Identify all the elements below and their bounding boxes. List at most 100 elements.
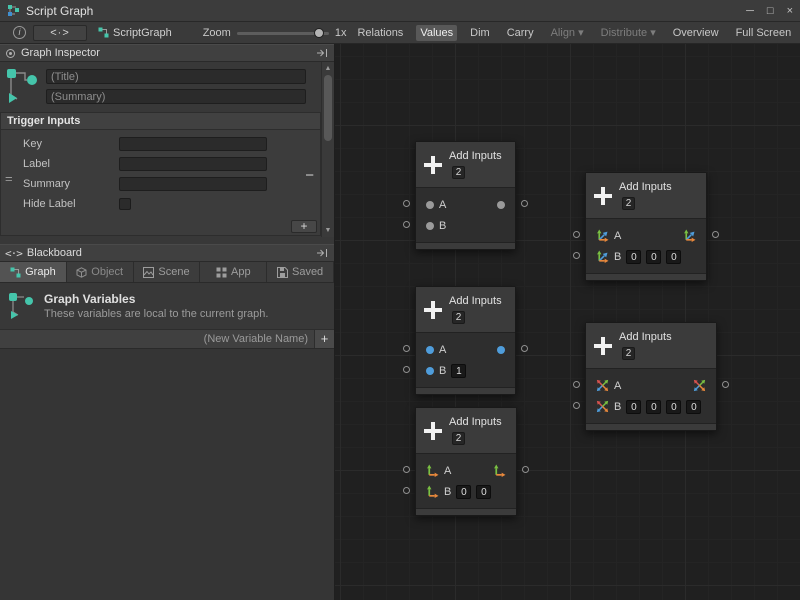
tab-object[interactable]: Object — [67, 262, 134, 282]
input-port[interactable] — [403, 200, 410, 207]
values-button[interactable]: Values — [416, 25, 457, 41]
tab-graph[interactable]: Graph — [0, 262, 67, 282]
value-field-y[interactable]: 0 — [646, 400, 661, 414]
input-port[interactable] — [403, 487, 410, 494]
node-body: A B 0 0 0 — [586, 369, 716, 423]
distribute-dropdown[interactable]: Distribute ▾ — [597, 24, 660, 41]
info-icon[interactable]: i — [13, 26, 26, 39]
input-port[interactable] — [573, 252, 580, 259]
input-port[interactable] — [573, 381, 580, 388]
input-port[interactable] — [573, 231, 580, 238]
input-count-field[interactable]: 2 — [452, 311, 465, 324]
summary-input[interactable] — [119, 177, 267, 191]
value-field[interactable]: 1 — [451, 364, 466, 378]
value-field-y[interactable]: 0 — [476, 485, 491, 499]
maximize-icon[interactable]: □ — [767, 5, 774, 17]
add-variable-button[interactable]: + — [314, 330, 334, 348]
graph-canvas[interactable]: Add Inputs2 A B Add Inputs 2 — [335, 44, 800, 600]
value-field-x[interactable]: 0 — [626, 250, 641, 264]
object-type-icon — [426, 222, 434, 230]
value-field-w[interactable]: 0 — [686, 400, 701, 414]
value-field-z[interactable]: 0 — [666, 250, 681, 264]
label-row: Label — [1, 155, 320, 173]
scroll-up-icon[interactable]: ▲ — [325, 65, 332, 72]
asset-breadcrumb[interactable]: ScriptGraph — [98, 27, 172, 39]
sidebar: Graph Inspector Trigger Inputs Key Label — [0, 44, 335, 600]
input-count-field[interactable]: 2 — [452, 166, 465, 179]
output-port[interactable] — [712, 231, 719, 238]
tab-scene[interactable]: Scene — [134, 262, 201, 282]
node-add-inputs-generic[interactable]: Add Inputs2 A B — [415, 141, 516, 250]
distribute-label: Distribute — [601, 27, 647, 39]
node-add-inputs-integer[interactable]: Add Inputs2 A B 1 — [415, 286, 516, 395]
dock-panel-icon[interactable] — [316, 48, 329, 58]
output-port[interactable] — [521, 200, 528, 207]
minimize-icon[interactable]: ─ — [746, 5, 754, 17]
list-drag-handle[interactable]: = — [5, 171, 13, 186]
edit-graph-button[interactable]: <·> — [33, 25, 87, 41]
value-field-x[interactable]: 0 — [456, 485, 471, 499]
tab-saved-label: Saved — [292, 266, 323, 278]
value-field-y[interactable]: 0 — [646, 250, 661, 264]
input-port[interactable] — [403, 345, 410, 352]
overview-button[interactable]: Overview — [669, 25, 723, 41]
port-row: B 0 0 0 — [586, 246, 706, 267]
object-type-icon — [497, 201, 505, 209]
dim-button[interactable]: Dim — [466, 25, 494, 41]
vector2-type-icon — [426, 485, 439, 498]
script-graph-window-icon — [7, 4, 20, 17]
input-count-field[interactable]: 2 — [622, 347, 635, 360]
key-input[interactable] — [119, 137, 267, 151]
input-port[interactable] — [403, 221, 410, 228]
scroll-down-icon[interactable]: ▼ — [325, 227, 332, 234]
value-field-x[interactable]: 0 — [626, 400, 641, 414]
output-port[interactable] — [722, 381, 729, 388]
graph-inspector-header: Graph Inspector — [0, 44, 334, 62]
graph-title-input[interactable] — [46, 69, 306, 84]
fullscreen-button[interactable]: Full Screen — [732, 25, 796, 41]
node-footer — [416, 387, 515, 394]
variables-empty-list[interactable] — [0, 349, 334, 600]
node-add-inputs-vector3[interactable]: Add Inputs2 A — [585, 172, 707, 281]
tab-saved[interactable]: Saved — [267, 262, 334, 282]
add-icon — [594, 337, 612, 355]
inspector-scrollbar[interactable]: ▲ ▼ — [321, 62, 334, 237]
graph-summary-input[interactable] — [46, 89, 306, 104]
output-port[interactable] — [521, 345, 528, 352]
zoom-slider[interactable] — [237, 27, 329, 39]
graph-asset-large-icon — [5, 67, 39, 105]
blackboard-icon: <·> — [5, 247, 22, 260]
align-dropdown[interactable]: Align ▾ — [547, 24, 588, 41]
input-port[interactable] — [403, 466, 410, 473]
node-title: Add Inputs — [449, 416, 502, 428]
hide-label-checkbox[interactable] — [119, 198, 131, 210]
remove-element-button[interactable]: − — [305, 169, 314, 183]
input-port[interactable] — [403, 366, 410, 373]
zoom-slider-handle[interactable] — [314, 28, 324, 38]
port-label: A — [614, 380, 621, 392]
add-element-button[interactable]: + — [291, 220, 317, 233]
script-graph-asset-icon — [98, 27, 109, 38]
key-label: Key — [1, 138, 119, 150]
dock-panel-icon[interactable] — [316, 248, 329, 258]
relations-button[interactable]: Relations — [353, 25, 407, 41]
blackboard-title: Blackboard — [27, 247, 82, 259]
node-add-inputs-vector4[interactable]: Add Inputs2 A — [585, 322, 717, 431]
node-footer — [586, 273, 706, 280]
node-add-inputs-vector2[interactable]: Add Inputs2 A — [415, 407, 517, 516]
label-input[interactable] — [119, 157, 267, 171]
output-port[interactable] — [522, 466, 529, 473]
input-count-field[interactable]: 2 — [622, 197, 635, 210]
tab-app[interactable]: App — [200, 262, 267, 282]
input-port[interactable] — [573, 402, 580, 409]
app-grid-icon — [216, 267, 227, 278]
vector3-type-icon — [596, 229, 609, 242]
zoom-label: Zoom — [203, 27, 231, 39]
new-variable-input[interactable] — [0, 330, 314, 348]
value-field-z[interactable]: 0 — [666, 400, 681, 414]
input-count-field[interactable]: 2 — [452, 432, 465, 445]
vector4-type-icon — [596, 400, 609, 413]
carry-button[interactable]: Carry — [503, 25, 538, 41]
close-icon[interactable]: × — [787, 5, 793, 17]
scrollbar-thumb[interactable] — [324, 75, 332, 141]
